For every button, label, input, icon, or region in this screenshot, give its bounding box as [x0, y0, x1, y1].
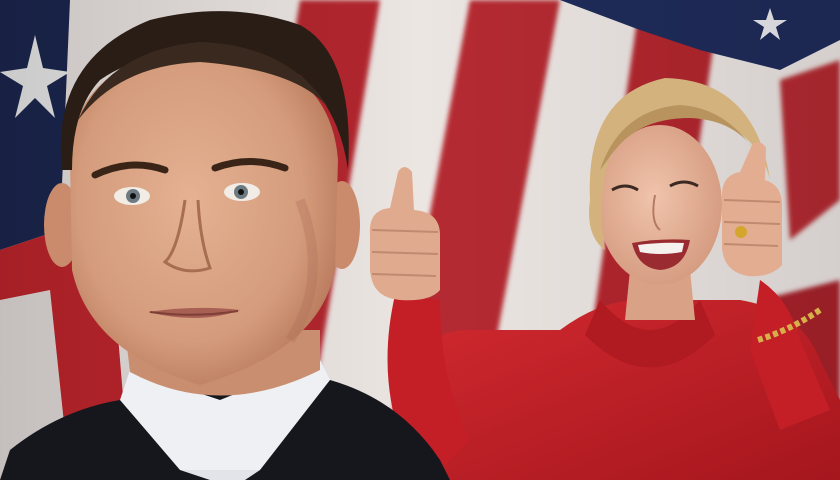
composite-illustration: [0, 0, 840, 480]
photo-composite: [0, 0, 840, 480]
ring-icon: [735, 226, 747, 238]
